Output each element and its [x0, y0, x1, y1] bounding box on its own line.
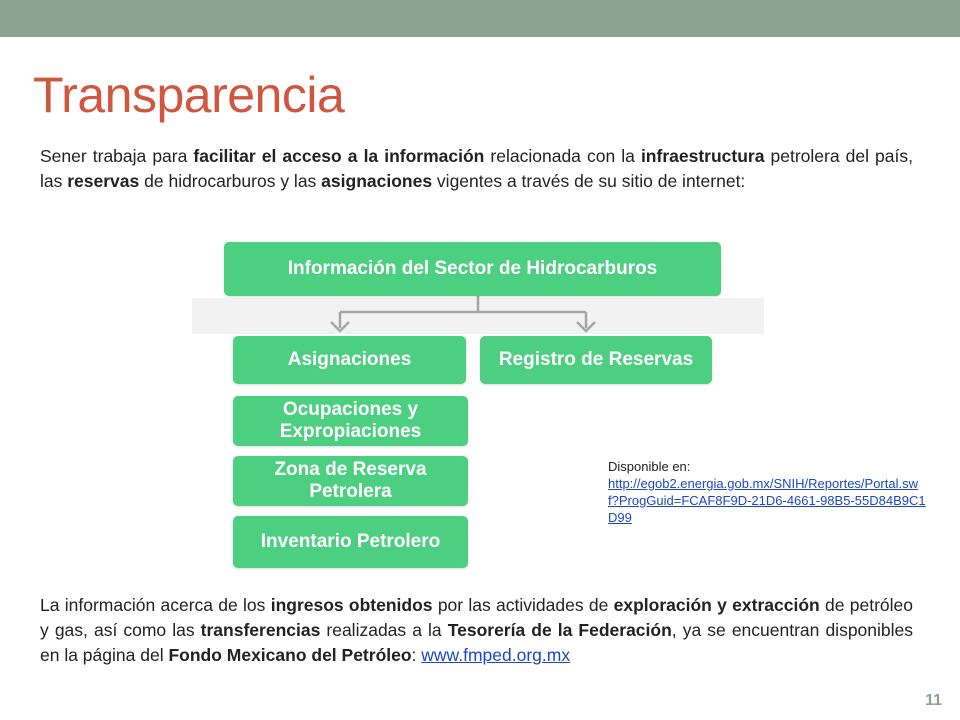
- closing-text-10: Fondo Mexicano del Petróleo: [168, 645, 412, 665]
- closing-text-4: exploración y extracción: [613, 595, 820, 615]
- closing-text-7: realizadas a la: [320, 620, 448, 640]
- closing-paragraph: La información acerca de los ingresos ob…: [40, 593, 913, 668]
- intro-text-9: vigentes a través de su sitio de interne…: [432, 171, 746, 191]
- closing-text-1: La información acerca de los: [40, 595, 271, 615]
- source-link[interactable]: http://egob2.energia.gob.mx/SNIH/Reporte…: [608, 476, 926, 525]
- closing-text-6: transferencias: [200, 620, 321, 640]
- source-note: Disponible en: http://egob2.energia.gob.…: [608, 458, 926, 526]
- box-ocupaciones: Ocupaciones y Expropiaciones: [233, 396, 468, 446]
- box-inventario: Inventario Petrolero: [233, 516, 468, 568]
- page-number: 11: [925, 692, 942, 709]
- intro-text-6: reservas: [67, 171, 140, 191]
- root-box: Información del Sector de Hidrocarburos: [224, 242, 721, 296]
- intro-text-3: relacionada con la: [484, 146, 641, 166]
- closing-text-8: Tesorería de la Federación: [447, 620, 672, 640]
- source-label: Disponible en:: [608, 459, 691, 474]
- intro-text-2: facilitar el acceso a la información: [193, 146, 485, 166]
- box-zona-reserva: Zona de Reserva Petrolera: [233, 456, 468, 506]
- intro-text-7: de hidrocarburos y las: [139, 171, 322, 191]
- intro-text-1: Sener trabaja para: [40, 146, 194, 166]
- closing-text-2: ingresos obtenidos: [270, 595, 433, 615]
- box-asignaciones: Asignaciones: [233, 336, 466, 384]
- top-accent-bar: [0, 0, 960, 37]
- fmped-link[interactable]: www.fmped.org.mx: [421, 645, 570, 665]
- closing-text-3: por las actividades de: [432, 595, 614, 615]
- slide-title: Transparencia: [33, 67, 345, 123]
- intro-text-8: asignaciones: [321, 171, 433, 191]
- intro-text-4: infraestructura: [640, 146, 765, 166]
- box-registro-reservas: Registro de Reservas: [480, 336, 712, 384]
- intro-paragraph: Sener trabaja para facilitar el acceso a…: [40, 144, 913, 194]
- closing-text-11: :: [411, 645, 422, 665]
